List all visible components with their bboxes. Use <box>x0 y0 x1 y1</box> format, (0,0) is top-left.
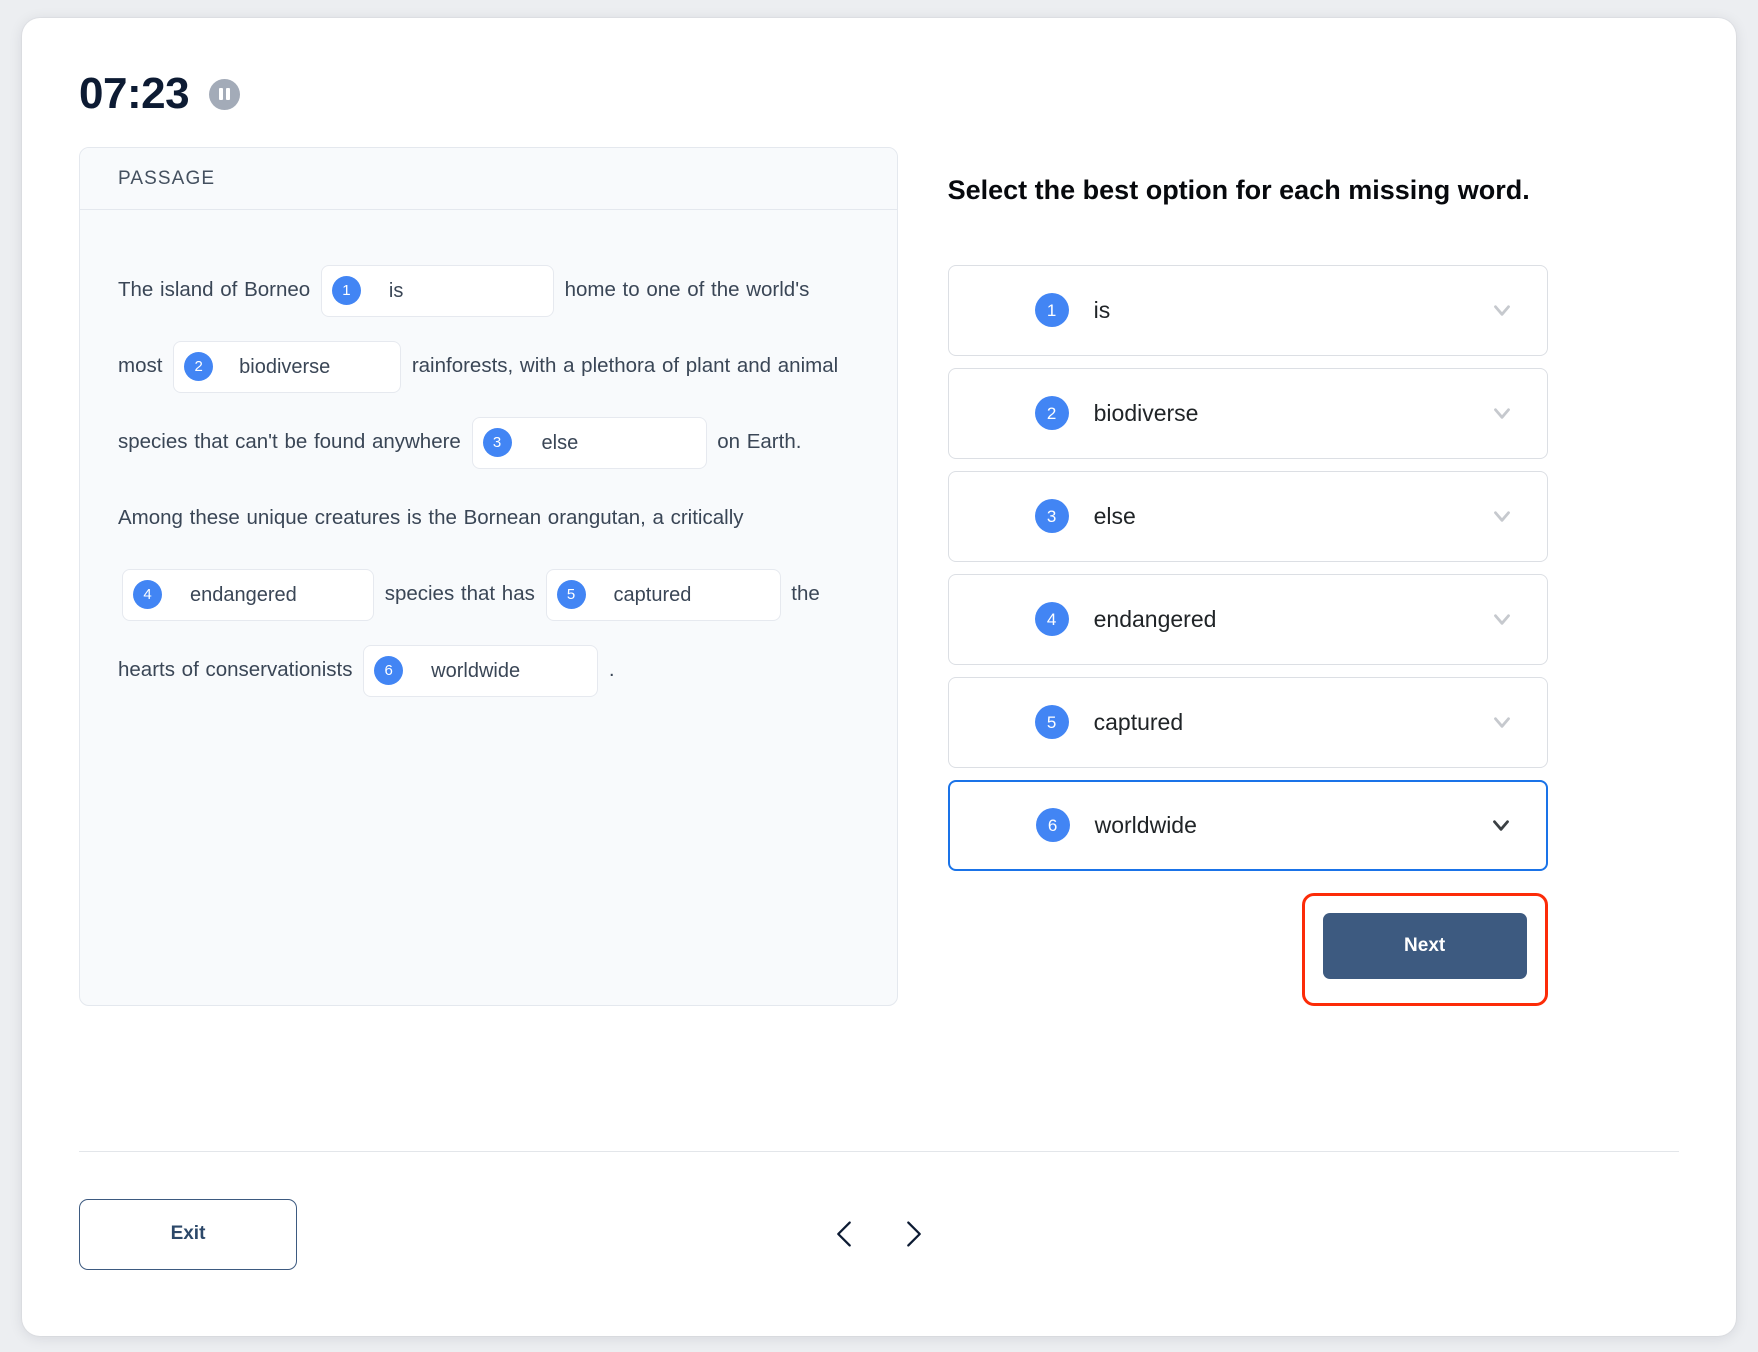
answers-panel: Select the best option for each missing … <box>948 147 1679 1006</box>
blank-word: endangered <box>176 557 297 633</box>
passage-body: The island of Borneo 1is home to one of … <box>80 210 897 964</box>
passage-text: . <box>602 658 614 681</box>
answer-option-6[interactable]: 6 worldwide <box>948 780 1548 871</box>
next-button-area: Next <box>948 893 1548 1006</box>
option-word: captured <box>1094 709 1489 736</box>
answers-title: Select the best option for each missing … <box>948 169 1548 213</box>
chevron-right-icon[interactable] <box>895 1211 932 1257</box>
next-button-annotation: Next <box>1302 893 1548 1006</box>
passage-blank-2[interactable]: 2biodiverse <box>173 341 401 393</box>
passage-text: species that has <box>378 582 542 605</box>
chevron-down-icon[interactable] <box>1489 606 1515 632</box>
blank-word: else <box>526 405 579 481</box>
exercise-body: PASSAGE The island of Borneo 1is home to… <box>79 147 1679 1006</box>
passage-panel: PASSAGE The island of Borneo 1is home to… <box>79 147 898 1006</box>
option-word: endangered <box>1094 606 1489 633</box>
chevron-down-icon[interactable] <box>1489 400 1515 426</box>
option-word: biodiverse <box>1094 400 1489 427</box>
blank-number-badge: 2 <box>184 352 213 381</box>
next-button[interactable]: Next <box>1323 913 1527 979</box>
exercise-card: 07:23 PASSAGE The island of Borneo 1is h… <box>22 18 1736 1336</box>
passage-text-flow: The island of Borneo 1is home to one of … <box>118 252 859 708</box>
passage-blank-5[interactable]: 5captured <box>546 569 781 621</box>
blank-number-badge: 5 <box>557 580 586 609</box>
chevron-left-icon[interactable] <box>826 1211 863 1257</box>
answer-option-1[interactable]: 1 is <box>948 265 1548 356</box>
screenshot-viewport: 07:23 PASSAGE The island of Borneo 1is h… <box>0 0 1758 1352</box>
blank-word: is <box>375 253 403 329</box>
chevron-down-icon[interactable] <box>1488 812 1514 838</box>
option-word: is <box>1094 297 1489 324</box>
option-number-badge: 3 <box>1035 499 1069 533</box>
blank-number-badge: 4 <box>133 580 162 609</box>
blank-word: worldwide <box>417 633 520 709</box>
passage-header: PASSAGE <box>80 148 897 210</box>
blank-number-badge: 1 <box>332 276 361 305</box>
exit-button[interactable]: Exit <box>79 1199 297 1270</box>
passage-blank-3[interactable]: 3else <box>472 417 707 469</box>
pause-bar-right <box>226 88 230 100</box>
option-number-badge: 6 <box>1036 808 1070 842</box>
blank-word: captured <box>600 557 692 633</box>
pause-bar-left <box>219 88 223 100</box>
option-number-badge: 5 <box>1035 705 1069 739</box>
chevron-down-icon[interactable] <box>1489 297 1515 323</box>
answer-option-5[interactable]: 5 captured <box>948 677 1548 768</box>
blank-word: biodiverse <box>227 329 330 405</box>
footer-divider <box>79 1151 1679 1152</box>
footer-bar: Exit <box>79 1195 1679 1273</box>
passage-text: The island of Borneo <box>118 278 317 301</box>
option-number-badge: 1 <box>1035 293 1069 327</box>
option-number-badge: 2 <box>1035 396 1069 430</box>
passage-blank-4[interactable]: 4endangered <box>122 569 374 621</box>
option-word: else <box>1094 503 1489 530</box>
pause-icon[interactable] <box>209 79 240 110</box>
passage-header-label: PASSAGE <box>118 168 215 190</box>
blank-number-badge: 6 <box>374 656 403 685</box>
option-word: worldwide <box>1095 812 1488 839</box>
pagination-controls <box>79 1211 1679 1257</box>
answer-option-3[interactable]: 3 else <box>948 471 1548 562</box>
option-number-badge: 4 <box>1035 602 1069 636</box>
passage-blank-1[interactable]: 1is <box>321 265 554 317</box>
timer-value: 07:23 <box>79 72 189 116</box>
chevron-down-icon[interactable] <box>1489 503 1515 529</box>
answer-option-4[interactable]: 4 endangered <box>948 574 1548 665</box>
timer-row: 07:23 <box>79 72 240 116</box>
blank-number-badge: 3 <box>483 428 512 457</box>
passage-blank-6[interactable]: 6worldwide <box>363 645 598 697</box>
answer-option-2[interactable]: 2 biodiverse <box>948 368 1548 459</box>
chevron-down-icon[interactable] <box>1489 709 1515 735</box>
answer-option-list: 1 is 2 biodiverse 3 else 4 endangered 5 captured 6… <box>948 265 1548 871</box>
